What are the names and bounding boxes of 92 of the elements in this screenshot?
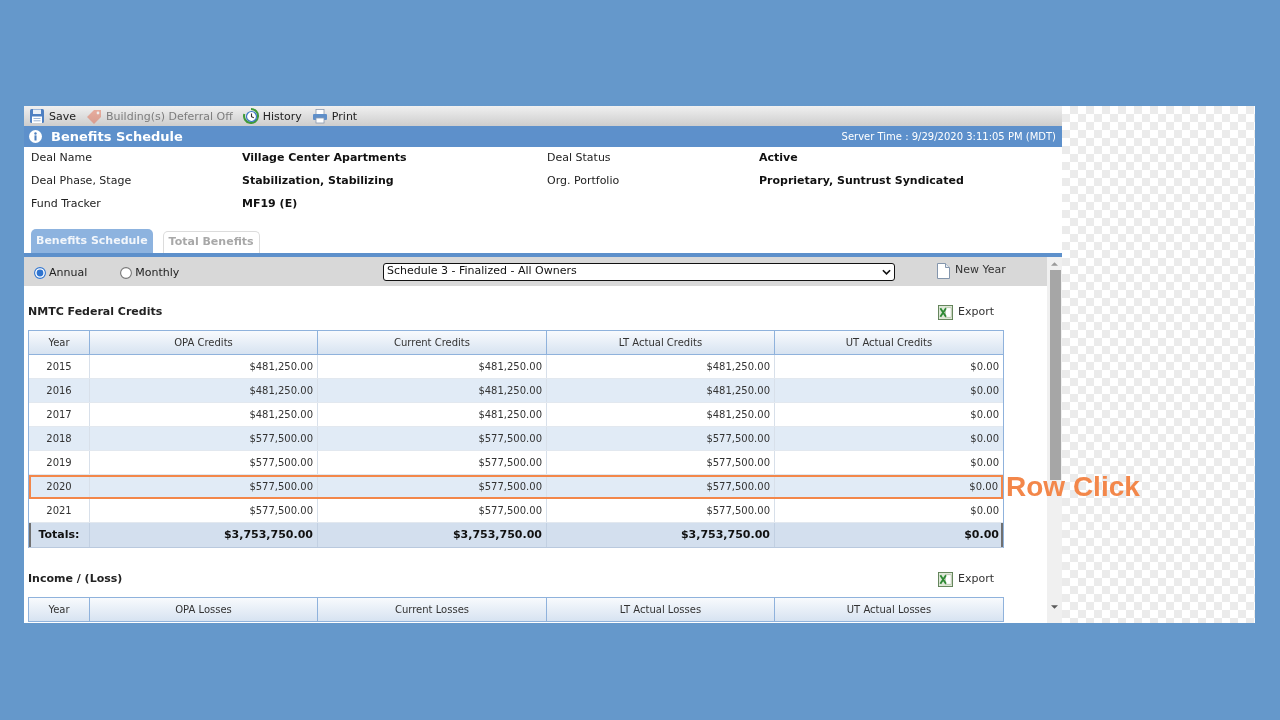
table-cell-text: $0.00 (969, 384, 1000, 398)
document-icon (937, 262, 950, 279)
table-cell: $577,500.00 (547, 451, 775, 474)
column-header[interactable]: OPA Losses (90, 598, 318, 621)
info-icon (29, 130, 42, 143)
table-cell: $481,250.00 (318, 355, 547, 378)
schedule-select[interactable]: Schedule 3 - Finalized - All Owners (383, 262, 895, 281)
table-cell: 2018 (29, 427, 90, 450)
table-cell: 2021 (29, 499, 90, 522)
table-cell: $577,500.00 (90, 499, 318, 522)
column-header[interactable]: Year (29, 331, 90, 354)
scroll-down-arrow-icon[interactable] (1051, 605, 1058, 609)
field-value: MF19 (E) (242, 196, 298, 213)
total-cell: $3,753,750.00 (318, 523, 547, 547)
clock-icon (242, 108, 259, 124)
table-row[interactable]: 2017 $481,250.00 $481,250.00 $481,250.00 $0.00 (29, 403, 1003, 427)
new-year-button[interactable]: New Year (937, 262, 1006, 279)
field-value: Active (759, 150, 798, 167)
table-cell: $481,250.00 (547, 403, 775, 426)
tag-icon (86, 108, 102, 124)
scroll-up-arrow-icon[interactable] (1051, 262, 1058, 266)
column-header[interactable]: UT Actual Credits (775, 331, 1003, 354)
section-title: Income / (Loss) (28, 571, 123, 588)
table-cell: $481,250.00 (90, 355, 318, 378)
total-cell-text: $0.00 (963, 526, 1000, 543)
table-cell: $481,250.00 (90, 379, 318, 402)
section-title: NMTC Federal Credits (28, 304, 163, 321)
table-cell: $481,250.00 (547, 355, 775, 378)
toolbar-button[interactable]: Save (29, 108, 76, 124)
table-cell: 2019 (29, 451, 90, 474)
column-header[interactable]: LT Actual Losses (547, 598, 775, 621)
chevron-down-icon (882, 268, 891, 275)
table-cell-text: $0.00 (969, 504, 1000, 518)
table-cell: $577,500.00 (90, 475, 318, 498)
field-value: Proprietary, Suntrust Syndicated (759, 173, 964, 190)
toolbar-button[interactable]: History (242, 108, 302, 124)
table-cell-text: $0.00 (969, 456, 1000, 470)
column-header[interactable]: OPA Credits (90, 331, 318, 354)
page-title: Benefits Schedule (51, 127, 183, 146)
spreadsheet-icon (938, 572, 953, 587)
table-row[interactable]: 2021 $577,500.00 $577,500.00 $577,500.00 $0.00 (29, 499, 1003, 523)
table-cell: $577,500.00 (318, 427, 547, 450)
export-button[interactable]: Export (938, 304, 994, 321)
table-cell: $0.00 (775, 475, 1003, 498)
table-cell: 2020 (29, 475, 90, 498)
table-row[interactable]: 2015 $481,250.00 $481,250.00 $481,250.00 $0.00 (29, 355, 1003, 379)
spreadsheet-icon (938, 305, 953, 320)
table-row[interactable]: 2016 $481,250.00 $481,250.00 $481,250.00 $0.00 (29, 379, 1003, 403)
server-time: Server Time : 9/29/2020 3:11:05 PM (MDT) (841, 130, 1056, 144)
table-cell: 2015 (29, 355, 90, 378)
table-cell: $577,500.00 (547, 475, 775, 498)
table-cell: $577,500.00 (90, 451, 318, 474)
table-cell-text: $0.00 (969, 360, 1000, 374)
table-cell: $481,250.00 (318, 379, 547, 402)
export-button[interactable]: Export (938, 571, 994, 588)
table-cell: $577,500.00 (547, 427, 775, 450)
table-cell: $577,500.00 (318, 451, 547, 474)
field-label: Deal Name (31, 150, 92, 167)
table-cell: $481,250.00 (547, 379, 775, 402)
table-cell: $481,250.00 (90, 403, 318, 426)
field-label: Org. Portfolio (547, 173, 620, 190)
table-cell-text: $0.00 (969, 432, 1000, 446)
column-header[interactable]: Current Losses (318, 598, 547, 621)
table-cell: $577,500.00 (547, 499, 775, 522)
column-header[interactable]: LT Actual Credits (547, 331, 775, 354)
total-cell: $3,753,750.00 (547, 523, 775, 547)
column-header[interactable]: Current Credits (318, 331, 547, 354)
table-cell: $577,500.00 (318, 499, 547, 522)
printer-icon (311, 108, 328, 124)
table-cell: $481,250.00 (318, 403, 547, 426)
field-label: Deal Status (547, 150, 611, 167)
radio-icon[interactable] (120, 267, 133, 279)
table-row[interactable]: 2018 $577,500.00 $577,500.00 $577,500.00 $0.00 (29, 427, 1003, 451)
column-header[interactable]: UT Actual Losses (775, 598, 1003, 621)
radio-icon[interactable] (34, 267, 46, 279)
field-label: Deal Phase, Stage (31, 173, 132, 190)
toolbar-button[interactable]: Print (311, 108, 358, 124)
table-cell: $577,500.00 (90, 427, 318, 450)
radio-option[interactable]: Annual (34, 264, 88, 282)
table-cell: $577,500.00 (318, 475, 547, 498)
table-cell: 2016 (29, 379, 90, 402)
field-label: Fund Tracker (31, 196, 101, 213)
totals-label: Totals: (29, 523, 90, 547)
table-cell-text: $0.00 (969, 408, 1000, 422)
table-row[interactable]: 2019 $577,500.00 $577,500.00 $577,500.00 $0.00 (29, 451, 1003, 475)
field-value: Village Center Apartments (242, 150, 407, 167)
column-header[interactable]: Year (29, 598, 90, 621)
table-cell: 2017 (29, 403, 90, 426)
callout-label: Row Click (1006, 472, 1140, 501)
field-value: Stabilization, Stabilizing (242, 173, 394, 190)
total-cell: $3,753,750.00 (90, 523, 318, 547)
radio-option[interactable]: Monthly (120, 264, 180, 282)
